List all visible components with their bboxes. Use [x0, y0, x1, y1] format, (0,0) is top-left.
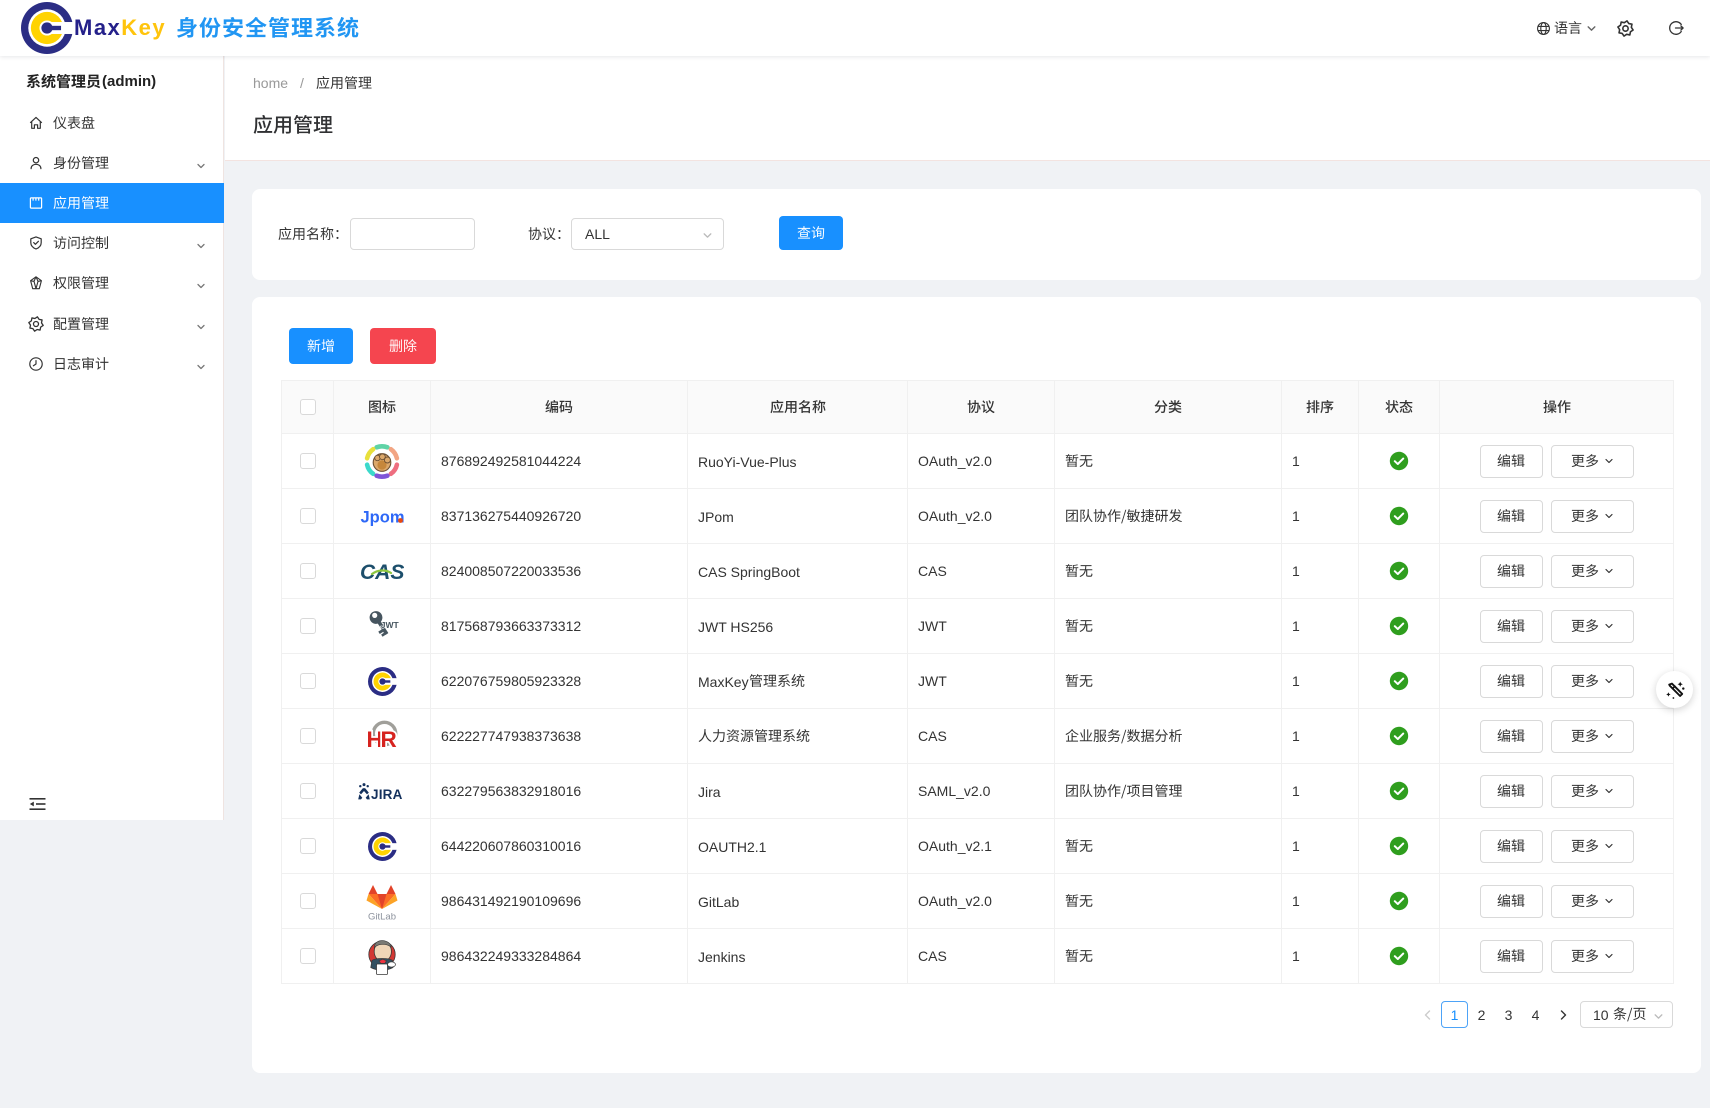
- svg-text:JIRA: JIRA: [371, 787, 403, 802]
- svg-text:CAS: CAS: [360, 561, 404, 584]
- svg-text:JWT: JWT: [381, 620, 400, 630]
- svg-text:Jpom: Jpom: [360, 509, 404, 527]
- svg-text:GitLab: GitLab: [368, 912, 396, 922]
- svg-text:R: R: [381, 727, 397, 752]
